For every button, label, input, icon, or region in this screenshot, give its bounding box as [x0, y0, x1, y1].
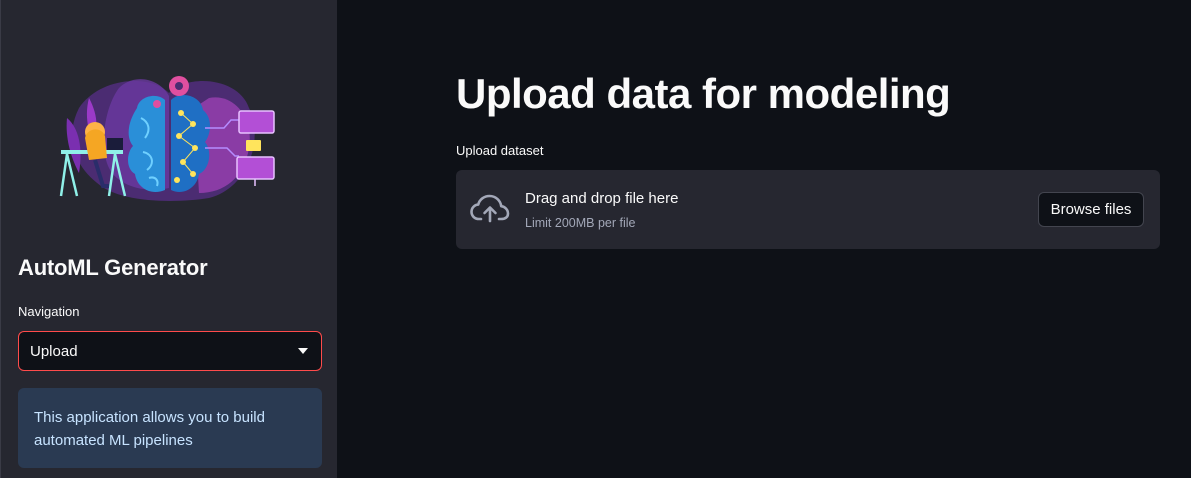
info-alert: This application allows you to build aut…	[18, 388, 322, 468]
chevron-down-icon	[298, 348, 308, 354]
app-root: AutoML Generator Navigation Upload This …	[0, 0, 1191, 478]
sidebar: AutoML Generator Navigation Upload This …	[0, 0, 337, 478]
navigation-select[interactable]: Upload	[18, 331, 322, 371]
file-dropzone[interactable]: Drag and drop file here Limit 200MB per …	[456, 170, 1160, 249]
dropzone-instructions: Drag and drop file here	[525, 190, 679, 207]
info-alert-text: This application allows you to build aut…	[34, 409, 265, 449]
dropzone-size-limit: Limit 200MB per file	[525, 216, 636, 230]
navigation-label: Navigation	[18, 304, 80, 319]
upload-dataset-label: Upload dataset	[456, 143, 544, 158]
sidebar-title: AutoML Generator	[18, 255, 208, 280]
browse-files-button[interactable]: Browse files	[1038, 192, 1144, 227]
navigation-selected-value: Upload	[30, 342, 78, 360]
ai-brain-illustration	[59, 76, 275, 201]
cloud-upload-icon	[470, 194, 510, 223]
page-title: Upload data for modeling	[456, 70, 951, 117]
